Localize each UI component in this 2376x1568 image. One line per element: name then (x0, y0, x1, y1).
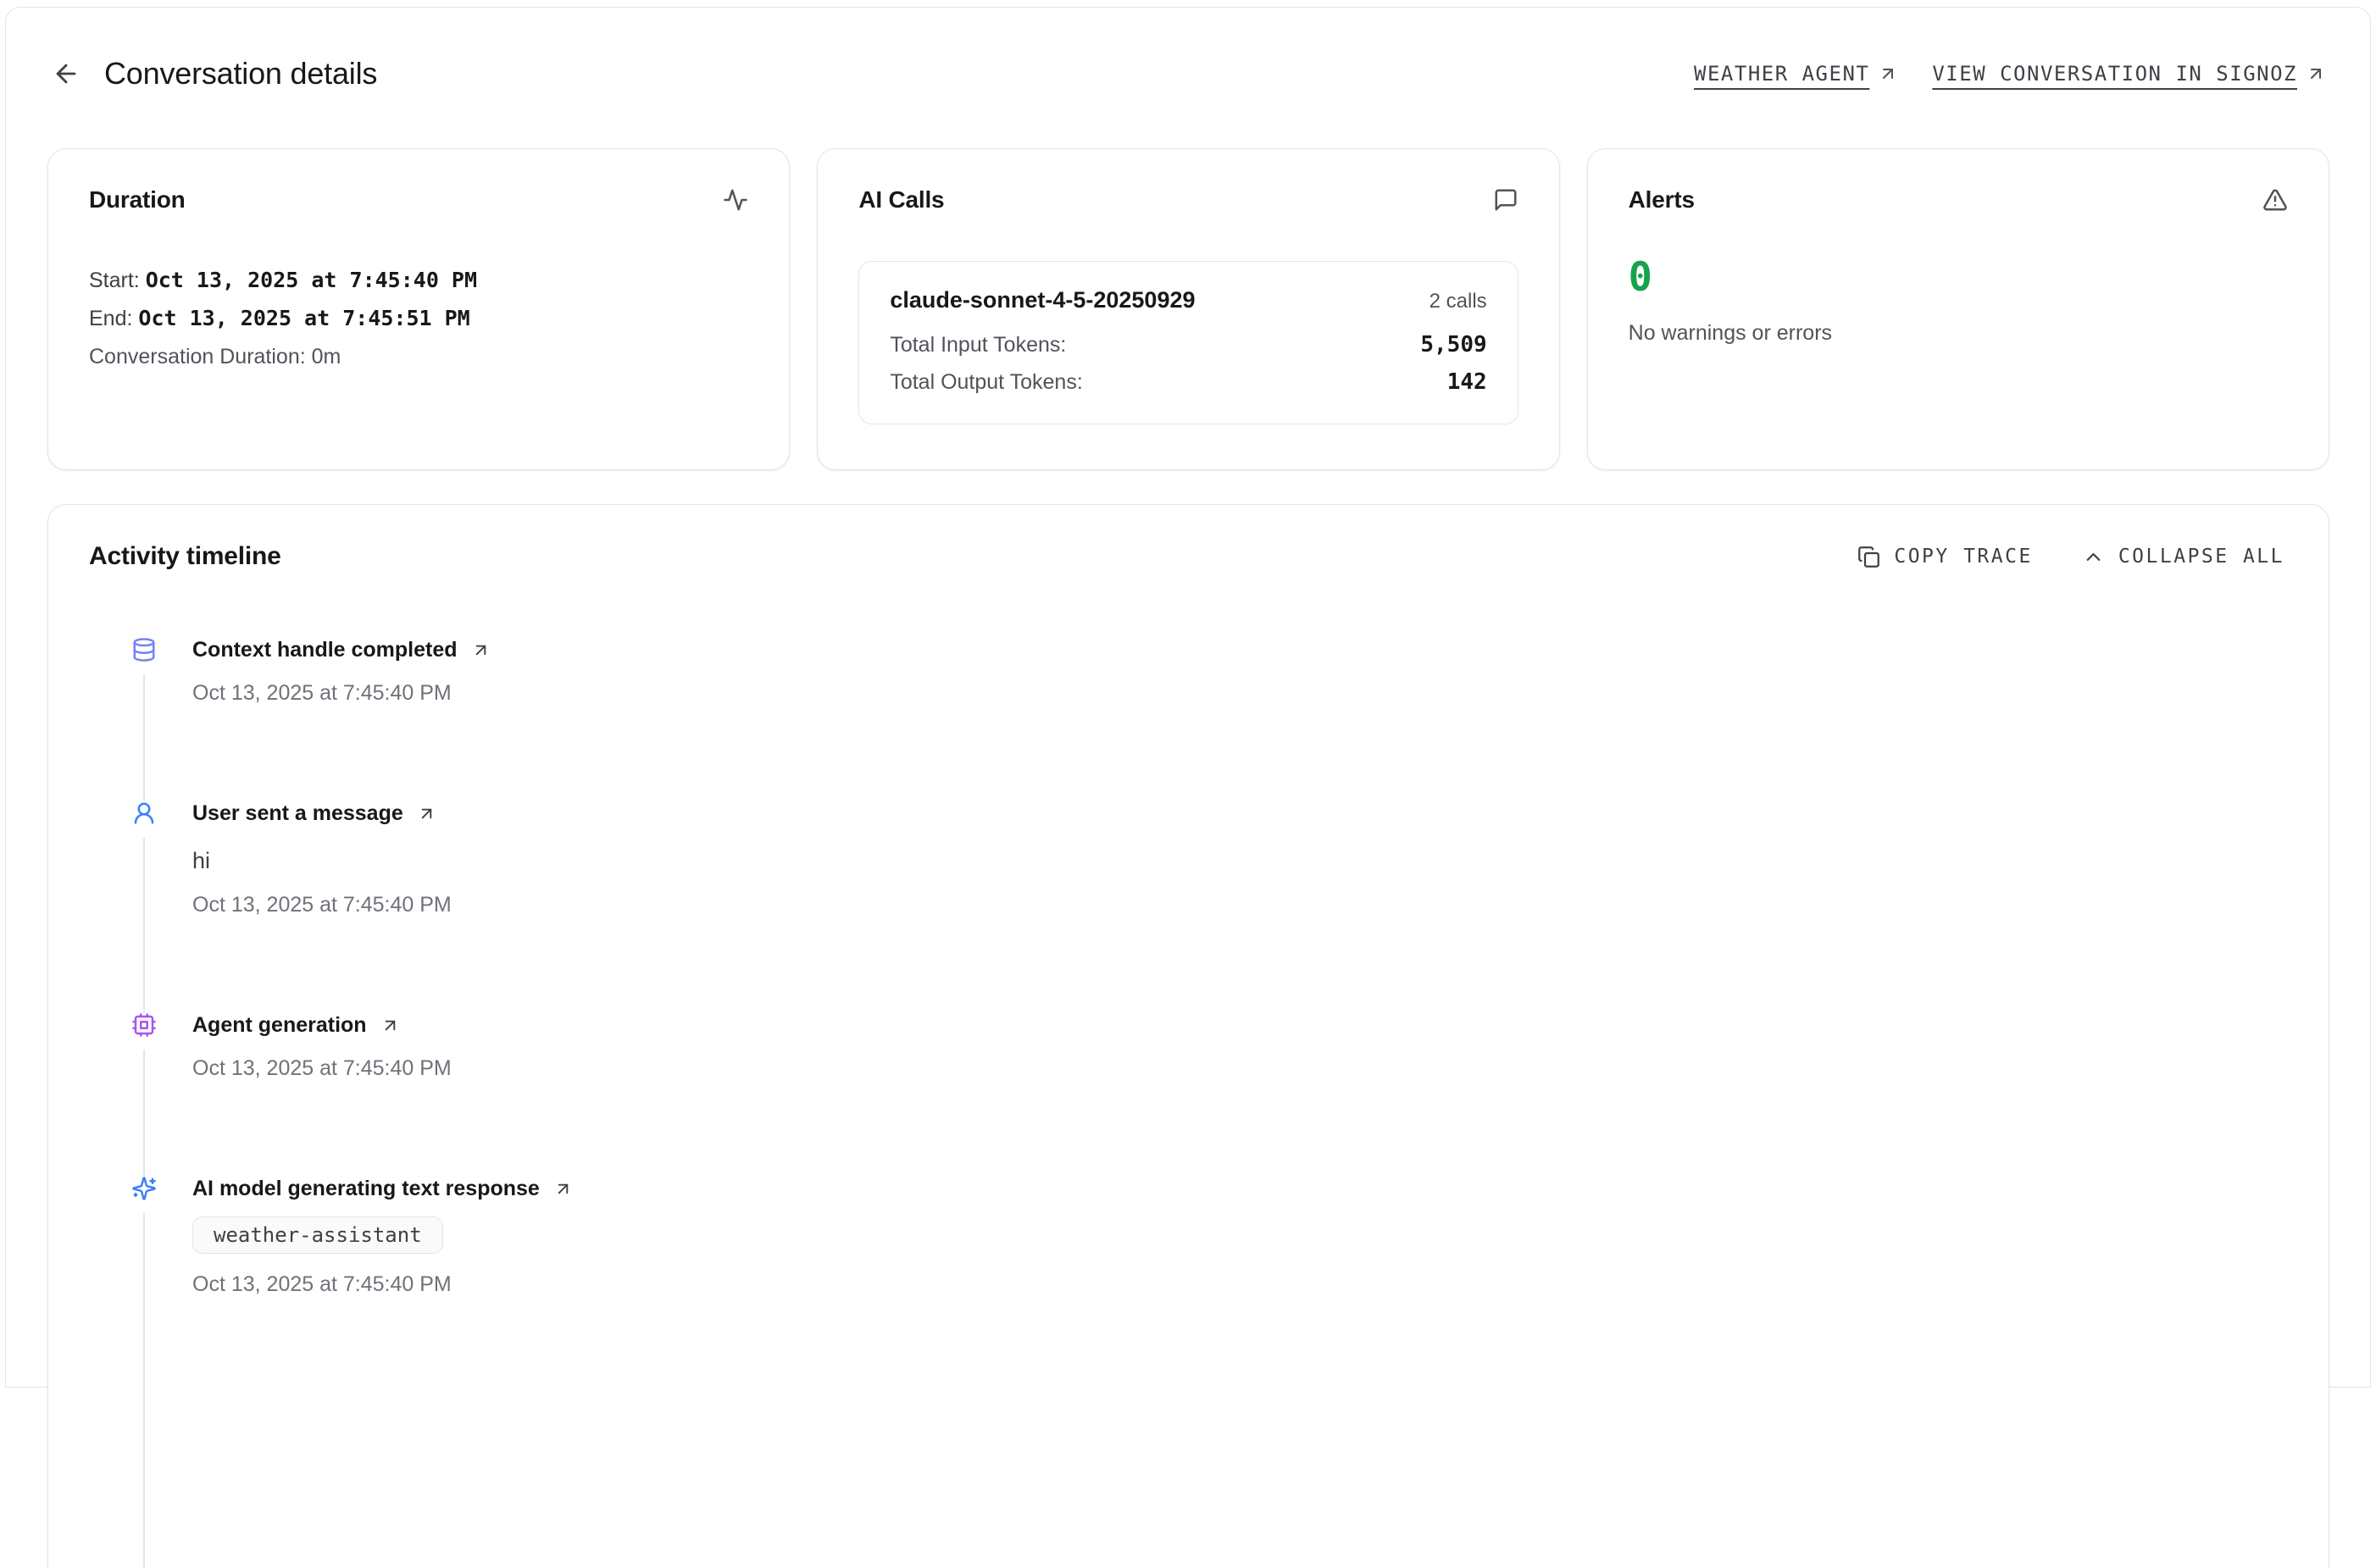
agent-name-badge: weather-assistant (192, 1216, 443, 1254)
output-tokens-label: Total Output Tokens: (890, 370, 1082, 395)
output-tokens-value: 142 (1447, 369, 1487, 395)
event-timestamp: Oct 13, 2025 at 7:45:40 PM (192, 681, 491, 706)
back-button[interactable] (50, 58, 82, 90)
input-tokens-value: 5,509 (1420, 332, 1486, 357)
conversation-duration-value: 0m (312, 345, 341, 368)
external-link-arrow-icon (2306, 64, 2326, 84)
conversation-duration-row: Conversation Duration: 0m (89, 344, 748, 369)
arrow-up-right-icon (471, 640, 491, 660)
event-message-body: hi (192, 848, 452, 874)
model-usage-box: claude-sonnet-4-5-20250929 2 calls Total… (858, 261, 1518, 424)
duration-start-row: Start: Oct 13, 2025 at 7:45:40 PM (89, 268, 748, 293)
view-conversation-in-signoz-link[interactable]: VIEW CONVERSATION IN SIGNOZ (1932, 62, 2326, 86)
page-title: Conversation details (104, 56, 377, 91)
activity-pulse-icon (723, 187, 748, 213)
sparkles-icon (131, 1176, 157, 1201)
header-links: WEATHER AGENT VIEW CONVERSATION IN SIGNO… (1694, 62, 2326, 86)
end-value: Oct 13, 2025 at 7:45:51 PM (138, 306, 469, 330)
copy-trace-button[interactable]: COPY TRACE (1857, 546, 2032, 568)
collapse-all-button[interactable]: COLLAPSE ALL (2082, 546, 2284, 568)
timeline-event: AI model generating text response weathe… (131, 1176, 2284, 1568)
model-name: claude-sonnet-4-5-20250929 (890, 287, 1195, 313)
event-timestamp: Oct 13, 2025 at 7:45:40 PM (192, 893, 452, 917)
message-square-icon (1493, 187, 1518, 213)
alerts-card-title: Alerts (1629, 186, 1695, 213)
weather-agent-link[interactable]: WEATHER AGENT (1694, 62, 1898, 86)
conversation-details-panel: Conversation details WEATHER AGENT VIEW … (5, 7, 2371, 1388)
activity-timeline-title: Activity timeline (89, 542, 281, 571)
ai-calls-card-title: AI Calls (858, 186, 944, 213)
timeline-event: User sent a message hi Oct 13, 2025 at 7… (131, 801, 2284, 1012)
user-icon (131, 801, 157, 826)
arrow-up-right-icon (380, 1016, 400, 1035)
timeline-connector (143, 838, 145, 1012)
copy-icon (1857, 546, 1880, 568)
external-link-arrow-icon (1878, 64, 1898, 84)
timeline-events: Context handle completed Oct 13, 2025 at… (89, 637, 2284, 1568)
ai-calls-card: AI Calls claude-sonnet-4-5-20250929 2 ca… (817, 148, 1559, 470)
database-icon (131, 637, 157, 662)
alerts-card: Alerts 0 No warnings or errors (1587, 148, 2329, 470)
timeline-connector (143, 674, 145, 801)
duration-end-row: End: Oct 13, 2025 at 7:45:51 PM (89, 306, 748, 331)
timeline-event: Agent generation Oct 13, 2025 at 7:45:40… (131, 1012, 2284, 1176)
arrow-left-icon (52, 59, 80, 88)
event-link[interactable]: User sent a message (192, 801, 452, 826)
alerts-message: No warnings or errors (1629, 321, 2288, 346)
event-timestamp: Oct 13, 2025 at 7:45:40 PM (192, 1056, 452, 1081)
page-header: Conversation details WEATHER AGENT VIEW … (50, 53, 2326, 94)
event-link[interactable]: AI model generating text response (192, 1176, 573, 1201)
arrow-up-right-icon (553, 1179, 573, 1199)
duration-card-title: Duration (89, 186, 186, 213)
calls-count: 2 calls (1429, 290, 1487, 313)
alert-triangle-icon (2262, 187, 2288, 213)
chevron-up-icon (2082, 546, 2105, 568)
event-timestamp: Oct 13, 2025 at 7:45:40 PM (192, 1272, 573, 1297)
timeline-connector (143, 1213, 145, 1568)
event-link[interactable]: Agent generation (192, 1012, 452, 1038)
duration-card: Duration Start: Oct 13, 2025 at 7:45:40 … (47, 148, 790, 470)
activity-timeline-card: Activity timeline COPY TRACE COLLAPSE AL… (47, 504, 2329, 1568)
event-link[interactable]: Context handle completed (192, 637, 491, 662)
alerts-count: 0 (1629, 258, 2288, 297)
stat-cards-row: Duration Start: Oct 13, 2025 at 7:45:40 … (47, 148, 2329, 470)
input-tokens-label: Total Input Tokens: (890, 333, 1066, 357)
timeline-connector (143, 1050, 145, 1176)
arrow-up-right-icon (417, 804, 436, 823)
cpu-icon (131, 1012, 157, 1038)
timeline-event: Context handle completed Oct 13, 2025 at… (131, 637, 2284, 801)
start-value: Oct 13, 2025 at 7:45:40 PM (146, 268, 477, 292)
